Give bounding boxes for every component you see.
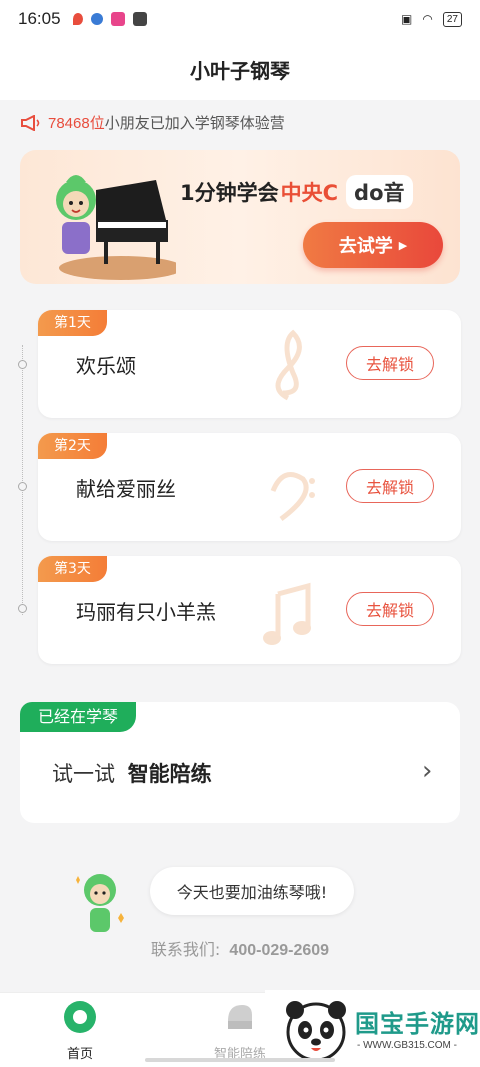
status-bar: 16:05 ▣ ◠ 27 <box>0 0 480 38</box>
lesson-title: 玛丽有只小羊羔 <box>76 600 216 624</box>
practice-feature-text: 智能陪练 <box>127 762 212 786</box>
lesson-timeline <box>22 345 23 615</box>
watermark-url: - WWW.GB315.COM - <box>357 1040 457 1051</box>
smart-practice-card[interactable]: 已经在学琴 试一试 智能陪练 › <box>20 702 460 823</box>
tab-home-label: 首页 <box>66 1047 93 1062</box>
lesson-card-day3[interactable]: 第3天 玛丽有只小羊羔 去解锁 <box>38 556 461 664</box>
join-notice: 78468位 小朋友已加入学钢琴体验营 <box>20 112 285 133</box>
headline-prefix: 1分钟学会 <box>180 181 279 205</box>
headline-badge: do音 <box>346 175 413 209</box>
cheer-bubble: 今天也要加油练琴哦! <box>150 867 354 915</box>
megaphone-icon <box>21 114 40 131</box>
treble-clef-icon <box>275 329 302 401</box>
lesson-card-day1[interactable]: 第1天 欢乐颂 去解锁 <box>38 310 461 418</box>
unlock-button[interactable]: 去解锁 <box>346 469 434 503</box>
play-triangle-icon: ▶ <box>398 238 408 252</box>
paw-icon <box>90 13 103 25</box>
lesson-title: 欢乐颂 <box>76 354 136 378</box>
status-time: 16:05 <box>18 9 61 28</box>
app-title-bar: 小叶子钢琴 <box>0 38 480 100</box>
contact-line: 联系我们: 400-029-2609 <box>0 936 480 960</box>
try-lesson-button[interactable]: 去试学 ▶ <box>303 222 443 268</box>
lesson-title: 献给爱丽丝 <box>76 477 176 501</box>
home-indicator <box>145 1058 335 1062</box>
home-icon <box>64 1001 96 1033</box>
piano-icon <box>228 1005 252 1029</box>
wifi-icon: ◠ <box>422 12 433 26</box>
tab-home[interactable]: 首页 <box>30 999 130 1062</box>
contact-label: 联系我们: <box>150 940 221 959</box>
day-tag: 第3天 <box>38 556 107 582</box>
media-icon <box>132 12 147 26</box>
sim-icon: ▣ <box>401 12 413 26</box>
already-learning-tag: 已经在学琴 <box>20 702 137 732</box>
lesson-card-day2[interactable]: 第2天 献给爱丽丝 去解锁 <box>38 433 461 541</box>
bass-clef-icon <box>270 472 315 522</box>
mascot-piano-illustration <box>56 175 176 280</box>
day-tag: 第2天 <box>38 433 107 459</box>
page-title: 小叶子钢琴 <box>190 58 290 83</box>
mascot-icon <box>76 874 124 932</box>
notice-text: 小朋友已加入学钢琴体验营 <box>104 114 285 132</box>
contact-phone[interactable]: 400-029-2609 <box>229 942 329 959</box>
practice-lead-text: 试一试 <box>52 762 115 786</box>
chevron-right-icon: › <box>422 756 433 786</box>
learner-count: 78468位 <box>48 115 105 132</box>
headline-highlight: 中央C <box>280 181 339 205</box>
unlock-button[interactable]: 去解锁 <box>346 346 434 380</box>
watermark-title: 国宝手游网 <box>355 1010 480 1038</box>
unlock-button[interactable]: 去解锁 <box>346 592 434 626</box>
panda-logo-icon <box>286 1001 346 1062</box>
banner-headline: 1分钟学会 中央C do音 <box>180 175 413 209</box>
app-notification-icon <box>110 12 125 26</box>
music-note-icon <box>263 582 311 645</box>
timeline-dot <box>18 482 27 491</box>
practice-lead: 试一试 智能陪练 <box>52 758 212 788</box>
day-tag: 第1天 <box>38 310 107 336</box>
try-lesson-label: 去试学 <box>338 236 393 257</box>
site-watermark: 国宝手游网 - WWW.GB315.COM - <box>265 990 480 1067</box>
timeline-dot <box>18 360 27 369</box>
trial-banner[interactable]: 1分钟学会 中央C do音 去试学 ▶ <box>20 150 460 284</box>
timeline-dot <box>18 604 27 613</box>
battery-icon: 27 <box>442 11 462 27</box>
location-icon <box>72 13 83 25</box>
